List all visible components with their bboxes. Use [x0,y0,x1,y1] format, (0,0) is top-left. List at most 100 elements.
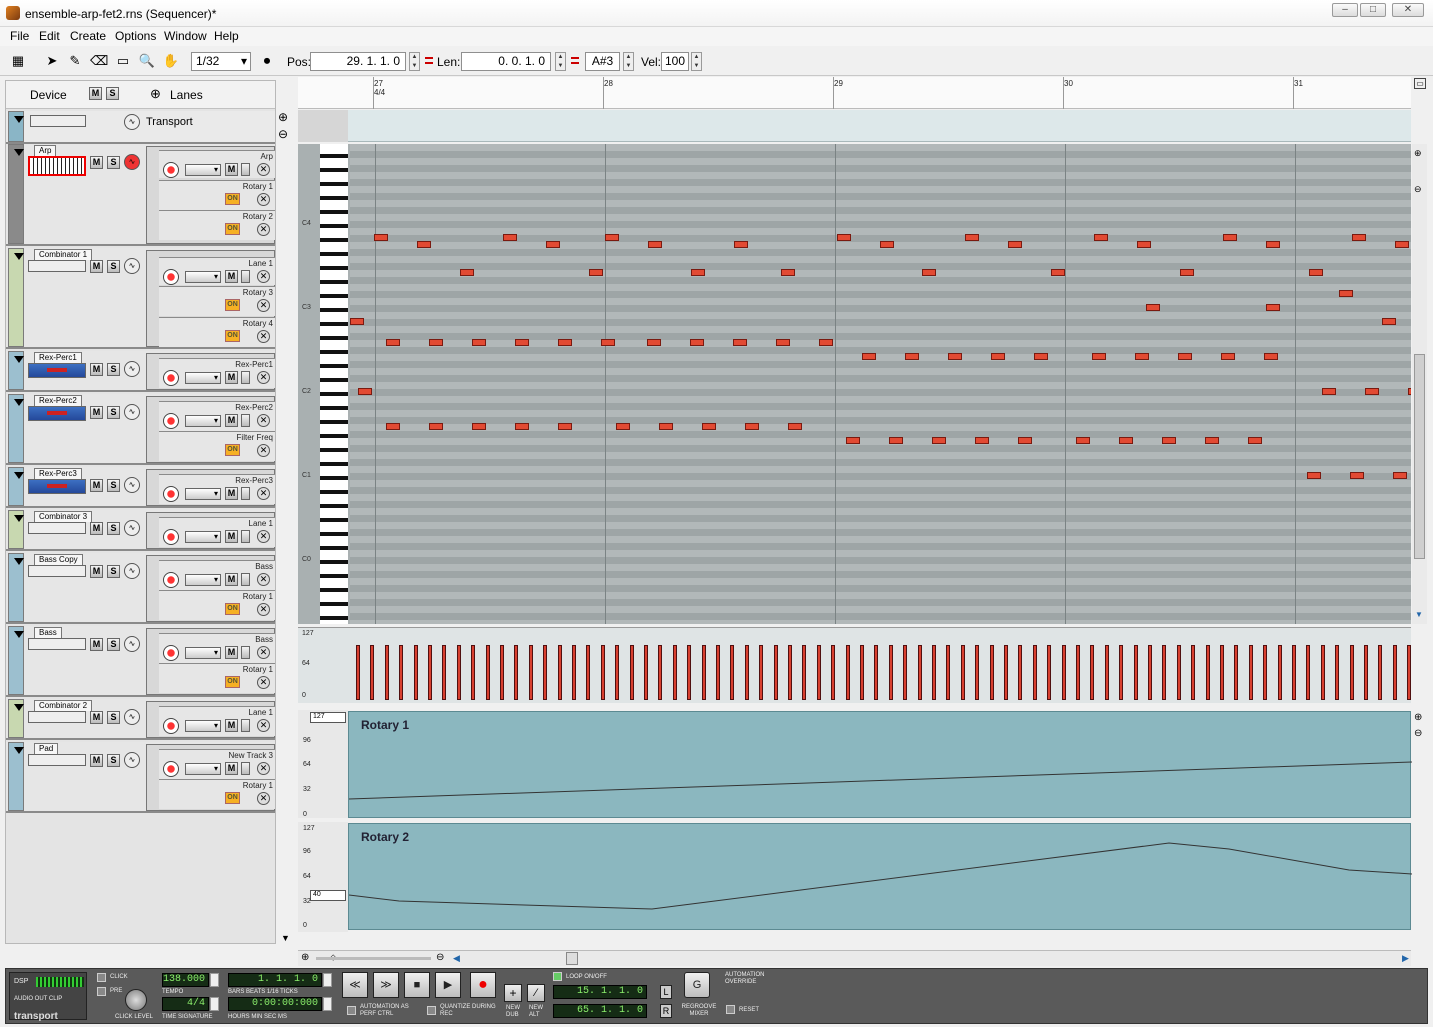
new-dub-button[interactable]: + [504,984,522,1002]
regroove-button[interactable]: G [684,972,710,998]
mute-button[interactable]: M [90,754,103,767]
collapse-icon[interactable] [14,631,24,638]
lane-solo-button[interactable] [241,487,250,500]
quantize-checkbox[interactable] [427,1006,436,1015]
automation-value-box[interactable]: 40 [310,890,346,901]
velocity-bar[interactable] [1335,645,1339,700]
lane-dropdown[interactable]: ▾ [185,488,221,500]
lane[interactable]: Rotary 2 ON ✕ [159,210,275,240]
velocity-bar[interactable] [1364,645,1368,700]
midi-note[interactable] [350,318,364,325]
automation-zoom-in-icon[interactable]: ⊕ [1414,712,1422,723]
midi-note[interactable] [905,353,919,360]
vel-spinner[interactable]: ▲ ▼ [691,52,702,71]
midi-note[interactable] [503,234,517,241]
midi-note[interactable] [1408,388,1411,395]
zoom-in-icon[interactable]: ⊕ [301,952,309,963]
note-grid[interactable] [350,144,1411,624]
note-spinner[interactable]: ▲ ▼ [623,52,634,71]
midi-note[interactable] [616,423,630,430]
menu-file[interactable]: File [10,29,29,43]
velocity-bar[interactable] [543,645,547,700]
mute-button[interactable]: M [90,156,103,169]
zoom-slider[interactable] [316,957,431,960]
midi-note[interactable] [1018,437,1032,444]
velocity-bar[interactable] [918,645,922,700]
track-name[interactable]: Combinator 3 [34,511,93,522]
midi-note[interactable] [1137,241,1151,248]
lane-mute-button[interactable]: M [225,270,238,283]
velocity-bar[interactable] [586,645,590,700]
menu-window[interactable]: Window [164,29,207,43]
mute-button[interactable]: M [90,522,103,535]
velocity-bar[interactable] [946,645,950,700]
zoom-tool-icon[interactable]: 🔍 [137,51,157,71]
midi-note[interactable] [965,234,979,241]
delete-lane-icon[interactable]: ✕ [257,444,270,457]
lane-on-button[interactable]: ON [225,223,240,235]
lane-record-button[interactable] [163,572,179,588]
delete-lane-icon[interactable]: ✕ [257,330,270,343]
midi-note[interactable] [1248,437,1262,444]
delete-lane-icon[interactable]: ✕ [257,719,270,732]
lane-mute-button[interactable]: M [225,163,238,176]
snap-select[interactable]: 1/32 ▾ [191,52,251,71]
mute-button[interactable]: M [90,406,103,419]
midi-note[interactable] [1221,353,1235,360]
midi-note[interactable] [1264,353,1278,360]
lane[interactable]: Rex-Perc3 ▾ M ✕ [159,474,275,504]
midi-note[interactable] [776,339,790,346]
lane-dropdown[interactable]: ▾ [185,763,221,775]
velocity-bar[interactable] [630,645,634,700]
fast-forward-button[interactable]: ≫ [373,972,399,998]
automation-icon[interactable]: ∿ [124,709,140,725]
midi-note[interactable] [991,353,1005,360]
minimize-button[interactable]: – [1332,3,1358,17]
delete-lane-icon[interactable]: ✕ [257,603,270,616]
lane-mute-button[interactable]: M [225,487,238,500]
mute-button[interactable]: M [90,638,103,651]
velocity-bar[interactable] [1191,645,1195,700]
lane-record-button[interactable] [163,529,179,545]
time-signature-display[interactable]: 4/4 [162,997,209,1011]
midi-note[interactable] [460,269,474,276]
loop-on-off-button[interactable] [553,972,562,981]
automation-icon[interactable]: ∿ [124,361,140,377]
midi-note[interactable] [429,423,443,430]
velocity-bar[interactable] [1119,645,1123,700]
lane[interactable]: Bass ▾ M ✕ [159,560,275,590]
lane-mute-button[interactable]: M [225,719,238,732]
automation-icon[interactable]: ∿ [124,477,140,493]
velocity-bar[interactable] [1206,645,1210,700]
collapse-icon[interactable] [14,747,24,754]
lane-mute-button[interactable]: M [225,573,238,586]
delete-lane-icon[interactable]: ✕ [257,223,270,236]
velocity-bar[interactable] [572,645,576,700]
solo-button[interactable]: S [107,260,120,273]
midi-note[interactable] [837,234,851,241]
lane-on-button[interactable]: ON [225,603,240,615]
delete-lane-icon[interactable]: ✕ [257,487,270,500]
collapse-icon[interactable] [14,515,24,522]
velocity-bar[interactable] [486,645,490,700]
snap-toggle-icon[interactable]: ⏺ [257,51,277,71]
delete-lane-icon[interactable]: ✕ [257,573,270,586]
automation-icon[interactable]: ∿ [124,520,140,536]
lane[interactable]: Rotary 3 ON ✕ [159,286,275,316]
track-pad[interactable]: Pad M S ∿ New Track 3 ▾ M ✕ Rotary 1 ON ✕ [6,742,275,813]
delete-lane-icon[interactable]: ✕ [257,371,270,384]
lane-view-icon[interactable]: ▭ [1414,78,1426,89]
midi-note[interactable] [1393,472,1407,479]
pre-checkbox[interactable] [97,987,106,996]
lane-dropdown[interactable]: ▾ [185,720,221,732]
solo-button[interactable]: S [107,156,120,169]
velocity-bar[interactable] [961,645,965,700]
velocity-bar[interactable] [356,645,360,700]
lane-solo-button[interactable] [241,573,250,586]
menu-options[interactable]: Options [115,29,156,43]
solo-button[interactable]: S [107,754,120,767]
velocity-bar[interactable] [1278,645,1282,700]
velocity-bar[interactable] [1062,645,1066,700]
mute-button[interactable]: M [90,565,103,578]
lane[interactable]: Filter Freq ON ✕ [159,431,275,461]
